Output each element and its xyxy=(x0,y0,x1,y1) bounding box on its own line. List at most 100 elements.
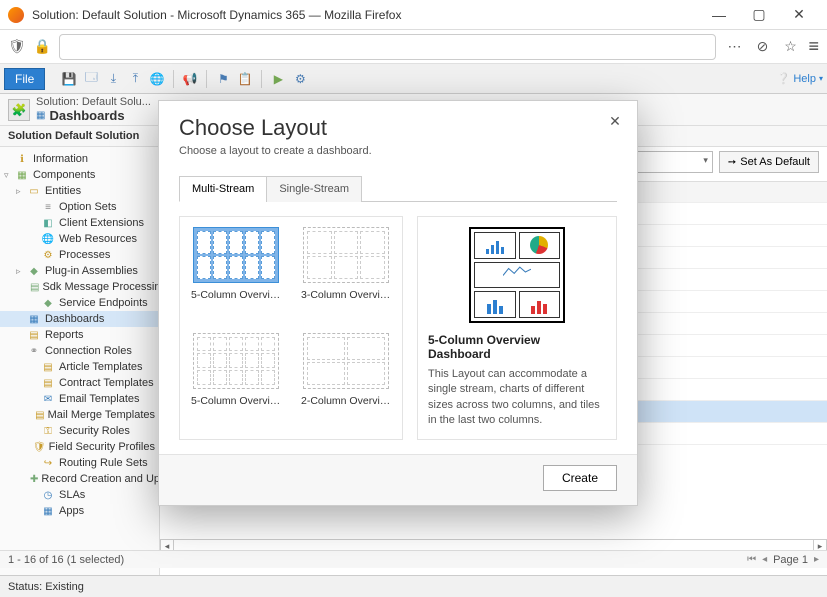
layout-thumb xyxy=(303,227,389,283)
set-default-label: Set As Default xyxy=(740,156,810,168)
tree-item[interactable]: ◷SLAs xyxy=(0,487,159,503)
tree-item[interactable]: 🛡Field Security Profiles xyxy=(0,439,159,455)
tree-item[interactable]: ▿▦Components xyxy=(0,167,159,183)
tree-item[interactable]: ◆Service Endpoints xyxy=(0,295,159,311)
save-close-icon[interactable]: 🗔 xyxy=(81,69,101,89)
app-status: Status: Existing xyxy=(0,575,827,597)
import-icon[interactable]: ⤒ xyxy=(125,69,145,89)
layout-option-5col-b[interactable]: 5-Column Overvie... xyxy=(190,333,282,429)
layout-label: 5-Column Overvie... xyxy=(191,289,281,301)
tab-multi-stream[interactable]: Multi-Stream xyxy=(179,176,267,202)
tree-item[interactable]: ⚿Security Roles xyxy=(0,423,159,439)
nav-tree: ℹInformation▿▦Components▹▭Entities≡Optio… xyxy=(0,147,160,575)
tab-single-stream[interactable]: Single-Stream xyxy=(266,176,362,202)
dialog-header: Choose Layout Choose a layout to create … xyxy=(159,101,637,165)
dialog-footer: Create xyxy=(159,454,637,505)
layout-option-3col[interactable]: 3-Column Overvie... xyxy=(300,227,392,323)
layout-thumb xyxy=(193,333,279,389)
tree-item[interactable]: ▤Reports xyxy=(0,327,159,343)
dialog-body: 5-Column Overvie... 3-Column Overvie... … xyxy=(159,202,637,454)
shield-icon[interactable]: 🛡 xyxy=(8,38,26,55)
tree-item[interactable]: ▤Contract Templates xyxy=(0,375,159,391)
create-button[interactable]: Create xyxy=(543,465,617,491)
preview-col-icon xyxy=(519,291,561,318)
window-close[interactable]: ✕ xyxy=(779,3,819,27)
export-icon[interactable]: ⤓ xyxy=(103,69,123,89)
file-button[interactable]: File xyxy=(4,68,45,90)
layout-options: 5-Column Overvie... 3-Column Overvie... … xyxy=(179,216,403,440)
tree-item[interactable]: ▤Mail Merge Templates xyxy=(0,407,159,423)
page-next-icon[interactable]: ▸ xyxy=(814,554,819,565)
lock-icon[interactable]: 🔒 xyxy=(34,38,51,55)
dialog-subtitle: Choose a layout to create a dashboard. xyxy=(179,145,617,157)
dialog-title: Choose Layout xyxy=(179,115,617,141)
tree-item[interactable]: ▹▭Entities xyxy=(0,183,159,199)
content-actions: oles ➙Set As Default xyxy=(613,151,819,173)
action-icon[interactable]: ⚑ xyxy=(213,69,233,89)
window-minimize[interactable]: — xyxy=(699,3,739,27)
tree-item[interactable]: ✚Record Creation and Up xyxy=(0,471,159,487)
bookmark-icon[interactable]: ☆ xyxy=(780,37,800,57)
layout-option-5col-a[interactable]: 5-Column Overvie... xyxy=(190,227,282,323)
dashboard-icon: ▦ xyxy=(36,110,45,121)
protection-icon[interactable]: ⊘ xyxy=(752,37,772,57)
tree-item[interactable]: ▤Sdk Message Processing xyxy=(0,279,159,295)
tree-item[interactable]: ↪Routing Rule Sets xyxy=(0,455,159,471)
preview-thumb xyxy=(469,227,565,323)
pagination: ⏮ ◂ Page 1 ▸ xyxy=(747,554,819,566)
layout-option-2col[interactable]: 2-Column Overvie... xyxy=(300,333,392,429)
table-status: 1 - 16 of 16 (1 selected) ⏮ ◂ Page 1 ▸ xyxy=(0,550,827,568)
layout-label: 3-Column Overvie... xyxy=(301,289,391,301)
preview-stack-icon xyxy=(474,291,516,318)
tree-item[interactable]: ▦Dashboards xyxy=(0,311,159,327)
preview-title: 5-Column Overview Dashboard xyxy=(428,333,606,361)
address-input[interactable] xyxy=(59,34,716,60)
window-title: Solution: Default Solution - Microsoft D… xyxy=(32,8,699,22)
tree-item[interactable]: ▦Apps xyxy=(0,503,159,519)
page-first-icon[interactable]: ⏮ xyxy=(747,554,756,565)
page-prev-icon[interactable]: ◂ xyxy=(762,554,767,565)
dialog-close-button[interactable]: ✕ xyxy=(605,111,625,131)
preview-desc: This Layout can accommodate a single str… xyxy=(428,367,606,429)
tree-item[interactable]: ℹInformation xyxy=(0,151,159,167)
window-maximize[interactable]: ▢ xyxy=(739,3,779,27)
layout-preview: 5-Column Overview Dashboard This Layout … xyxy=(417,216,617,440)
tree-item[interactable]: ≡Option Sets xyxy=(0,199,159,215)
tree-item[interactable]: ▤Article Templates xyxy=(0,359,159,375)
run-icon[interactable]: ▶ xyxy=(268,69,288,89)
page-label: Page 1 xyxy=(773,554,808,566)
translate-icon[interactable]: 🌐 xyxy=(147,69,167,89)
help-label: Help xyxy=(793,73,816,85)
help-icon: ❔ xyxy=(777,72,791,85)
solution-icon: 🧩 xyxy=(8,99,30,121)
save-icon[interactable]: 💾 xyxy=(59,69,79,89)
tree-item[interactable]: 🌐Web Resources xyxy=(0,231,159,247)
app-toolbar: File 💾 🗔 ⤓ ⤒ 🌐 📢 ⚑ 📋 ▶ ⚙ ❔Help ▾ xyxy=(0,64,827,94)
firefox-icon xyxy=(8,7,24,23)
tree-item[interactable]: ✉Email Templates xyxy=(0,391,159,407)
choose-layout-dialog: Choose Layout Choose a layout to create … xyxy=(158,100,638,506)
breadcrumb-current: Dashboards xyxy=(49,108,124,123)
hamburger-icon[interactable]: ≡ xyxy=(808,36,819,57)
preview-pie-icon xyxy=(519,232,561,259)
set-default-button[interactable]: ➙Set As Default xyxy=(719,151,819,173)
prepare-icon[interactable]: 📋 xyxy=(235,69,255,89)
layout-label: 2-Column Overvie... xyxy=(301,395,391,407)
window-titlebar: Solution: Default Solution - Microsoft D… xyxy=(0,0,827,30)
publish-icon[interactable]: 📢 xyxy=(180,69,200,89)
dialog-tabs: Multi-Stream Single-Stream xyxy=(179,175,617,202)
settings-icon[interactable]: ⚙ xyxy=(290,69,310,89)
breadcrumb-parent: Solution: Default Solu... xyxy=(36,96,151,108)
tree-item[interactable]: ⚭Connection Roles xyxy=(0,343,159,359)
breadcrumb-text: Solution: Default Solu... ▦ Dashboards xyxy=(36,96,151,123)
layout-thumb xyxy=(303,333,389,389)
status-text: Status: Existing xyxy=(8,581,84,593)
layout-thumb xyxy=(193,227,279,283)
more-icon[interactable]: ⋯ xyxy=(724,37,744,57)
tree-item[interactable]: ▹◆Plug-in Assemblies xyxy=(0,263,159,279)
tree-item[interactable]: ⚙Processes xyxy=(0,247,159,263)
layout-label: 5-Column Overvie... xyxy=(191,395,281,407)
tree-item[interactable]: ◧Client Extensions xyxy=(0,215,159,231)
preview-bars-icon xyxy=(474,232,516,259)
help-link[interactable]: ❔Help ▾ xyxy=(777,72,823,85)
